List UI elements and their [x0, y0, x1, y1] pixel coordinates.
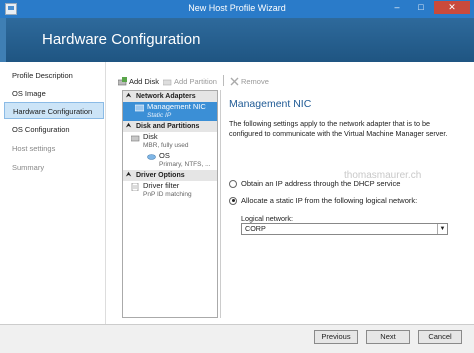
tree-header-disk[interactable]: Disk and Partitions — [123, 121, 217, 132]
nav-item-summary: Summary — [12, 163, 45, 172]
main-content: Add Disk Add Partition Remove Network Ad… — [117, 70, 468, 322]
details-panel: Management NIC The following settings ap… — [220, 90, 466, 318]
static-ip-option[interactable]: Allocate a static IP from the following … — [229, 196, 417, 205]
nav-item-hardware-configuration[interactable]: Hardware Configuration — [4, 102, 104, 119]
maximize-button[interactable]: □ — [410, 1, 432, 14]
tree-header-network[interactable]: Network Adapters — [123, 91, 217, 102]
details-description: The following settings apply to the netw… — [229, 119, 448, 138]
driver-icon — [131, 182, 140, 192]
network-adapter-icon — [134, 104, 145, 112]
add-disk-icon — [117, 76, 127, 86]
tree-item-management-nic[interactable]: Management NIC Static IP — [123, 102, 217, 121]
tree-header-driver[interactable]: Driver Options — [123, 170, 217, 181]
previous-button[interactable]: Previous — [314, 330, 358, 344]
nav-item-os-image[interactable]: OS Image — [4, 85, 104, 102]
cancel-button[interactable]: Cancel — [418, 330, 462, 344]
add-partition-button: Add Partition — [162, 74, 217, 88]
hardware-tree: Network Adapters Management NIC Static I… — [122, 90, 218, 318]
remove-button: Remove — [230, 74, 269, 88]
toolbar: Add Disk Add Partition Remove — [117, 74, 269, 88]
nav-item-os-configuration[interactable]: OS Configuration — [4, 121, 104, 138]
dhcp-radio[interactable] — [229, 179, 237, 188]
details-heading: Management NIC — [229, 98, 312, 110]
partition-icon — [147, 153, 156, 161]
logical-network-label: Logical network: — [241, 214, 293, 223]
title-bar: New Host Profile Wizard – □ ✕ — [0, 0, 474, 18]
static-ip-radio[interactable] — [229, 196, 237, 205]
page-banner: Hardware Configuration — [0, 18, 474, 62]
tree-item-os-partition[interactable]: OS Primary, NTFS, ... — [123, 151, 217, 170]
close-button[interactable]: ✕ — [434, 1, 470, 14]
remove-icon — [230, 77, 239, 86]
footer: Previous Next Cancel — [0, 324, 474, 353]
wizard-nav: Profile Description OS Image Hardware Co… — [0, 62, 106, 324]
nav-item-host-settings: Host settings — [12, 144, 56, 153]
tree-item-disk[interactable]: Disk MBR, fully used — [123, 132, 217, 151]
disk-icon — [130, 134, 140, 142]
logical-network-select[interactable]: CORP ▼ — [241, 223, 448, 235]
next-button[interactable]: Next — [366, 330, 410, 344]
nav-item-profile-description[interactable]: Profile Description — [4, 67, 104, 84]
page-title: Hardware Configuration — [42, 31, 201, 48]
add-partition-icon — [162, 77, 172, 86]
add-disk-button[interactable]: Add Disk — [117, 74, 159, 88]
tree-item-driver-filter[interactable]: Driver filter PnP ID matching — [123, 181, 217, 200]
watermark: thomasmaurer.ch — [344, 170, 422, 181]
minimize-button[interactable]: – — [386, 1, 408, 14]
chevron-down-icon[interactable]: ▼ — [437, 224, 447, 234]
